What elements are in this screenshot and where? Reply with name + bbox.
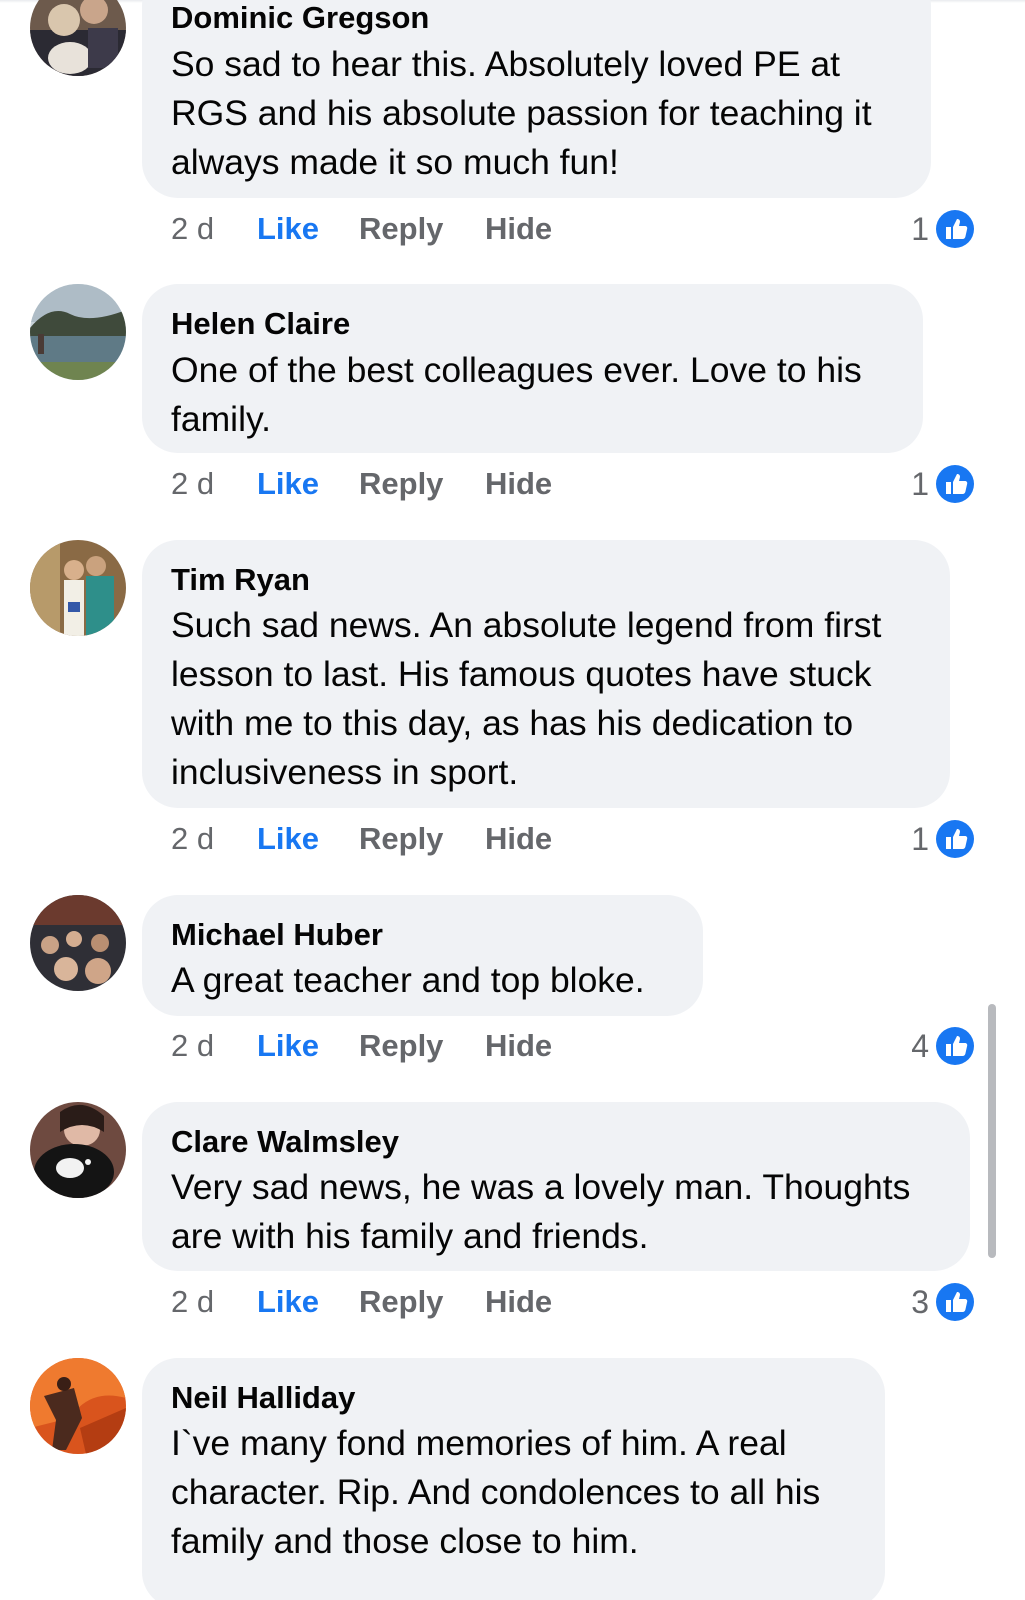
scrollbar-thumb[interactable]	[988, 1004, 996, 1258]
comment-text-line: family.	[171, 399, 271, 439]
comment-bubble: Tim Ryan Such sad news. An absolute lege…	[142, 540, 950, 808]
reaction-summary[interactable]: 1	[911, 209, 975, 249]
comment-text-line: family and those close to him.	[171, 1521, 639, 1561]
comment-text: Such sad news. An absolute legend from f…	[171, 601, 881, 797]
avatar-photo	[30, 284, 126, 380]
reply-button[interactable]: Reply	[359, 464, 443, 504]
reaction-summary[interactable]: 1	[911, 819, 975, 859]
reaction-summary[interactable]: 4	[911, 1026, 975, 1066]
reply-button[interactable]: Reply	[359, 819, 443, 859]
avatar-photo	[30, 1102, 126, 1198]
comment-text: I`ve many fond memories of him. A real c…	[171, 1419, 820, 1566]
avatar[interactable]	[30, 895, 126, 991]
author-name[interactable]: Dominic Gregson	[171, 0, 429, 36]
avatar[interactable]	[30, 1358, 126, 1454]
comment-text-line: Such sad news. An absolute legend from f…	[171, 605, 882, 645]
thumbs-up-icon	[936, 1027, 974, 1065]
comment-text-line: I`ve many fond memories of him. A real	[171, 1423, 787, 1463]
author-name[interactable]: Michael Huber	[171, 917, 383, 953]
comment-text-line: with me to this day, as has his dedicati…	[171, 703, 854, 743]
reply-button[interactable]: Reply	[359, 1282, 443, 1322]
thumbs-up-icon	[936, 465, 974, 503]
author-name[interactable]: Helen Claire	[171, 306, 350, 342]
comment-text-line: lesson to last. His famous quotes have s…	[171, 654, 872, 694]
hide-button[interactable]: Hide	[485, 464, 552, 504]
reaction-count: 1	[911, 466, 929, 502]
comment-text-line: character. Rip. And condolences to all h…	[171, 1472, 821, 1512]
comment-text: So sad to hear this. Absolutely loved PE…	[171, 40, 872, 187]
avatar-photo	[30, 1358, 126, 1454]
comment-text-line: RGS and his absolute passion for teachin…	[171, 93, 872, 133]
comment-text-line: are with his family and friends.	[171, 1216, 649, 1256]
comment-bubble: Clare Walmsley Very sad news, he was a l…	[142, 1102, 970, 1271]
comment-bubble: Neil Halliday I`ve many fond memories of…	[142, 1358, 885, 1600]
author-name[interactable]: Neil Halliday	[171, 1380, 355, 1416]
avatar-photo	[30, 540, 126, 636]
hide-button[interactable]: Hide	[485, 1282, 552, 1322]
author-name[interactable]: Clare Walmsley	[171, 1124, 399, 1160]
avatar[interactable]	[30, 540, 126, 636]
avatar[interactable]	[30, 1102, 126, 1198]
thumbs-up-icon	[936, 210, 974, 248]
like-button[interactable]: Like	[257, 464, 319, 504]
like-button[interactable]: Like	[257, 1282, 319, 1322]
reaction-count: 1	[911, 211, 929, 247]
like-button[interactable]: Like	[257, 209, 319, 249]
avatar[interactable]	[30, 0, 126, 76]
avatar[interactable]	[30, 284, 126, 380]
comment-feed: Dominic Gregson So sad to hear this. Abs…	[0, 0, 1025, 1600]
timestamp[interactable]: 2 d	[171, 819, 214, 859]
reply-button[interactable]: Reply	[359, 209, 443, 249]
comment-text: Very sad news, he was a lovely man. Thou…	[171, 1163, 910, 1261]
avatar-photo	[30, 895, 126, 991]
thumbs-up-icon	[936, 1283, 974, 1321]
timestamp[interactable]: 2 d	[171, 209, 214, 249]
timestamp[interactable]: 2 d	[171, 1026, 214, 1066]
reaction-summary[interactable]: 1	[911, 464, 975, 504]
comment-bubble: Michael Huber A great teacher and top bl…	[142, 895, 703, 1016]
comment-text: One of the best colleagues ever. Love to…	[171, 346, 862, 444]
comment-text-line: Very sad news, he was a lovely man. Thou…	[171, 1167, 911, 1207]
timestamp[interactable]: 2 d	[171, 1282, 214, 1322]
hide-button[interactable]: Hide	[485, 209, 552, 249]
comment-text-line: A great teacher and top bloke.	[171, 960, 645, 1000]
comment-bubble: Helen Claire One of the best colleagues …	[142, 284, 923, 453]
hide-button[interactable]: Hide	[485, 1026, 552, 1066]
reply-button[interactable]: Reply	[359, 1026, 443, 1066]
author-name[interactable]: Tim Ryan	[171, 562, 310, 598]
reaction-count: 3	[911, 1284, 929, 1320]
like-button[interactable]: Like	[257, 819, 319, 859]
reaction-count: 4	[911, 1028, 929, 1064]
avatar-photo	[30, 0, 126, 76]
hide-button[interactable]: Hide	[485, 819, 552, 859]
like-button[interactable]: Like	[257, 1026, 319, 1066]
comment-text-line: So sad to hear this. Absolutely loved PE…	[171, 44, 840, 84]
reaction-count: 1	[911, 821, 929, 857]
comment-text-line: always made it so much fun!	[171, 142, 619, 182]
comment-text: A great teacher and top bloke.	[171, 956, 645, 1005]
timestamp[interactable]: 2 d	[171, 464, 214, 504]
thumbs-up-icon	[936, 820, 974, 858]
reaction-summary[interactable]: 3	[911, 1282, 975, 1322]
comment-text-line: One of the best colleagues ever. Love to…	[171, 350, 862, 390]
comment-bubble: Dominic Gregson So sad to hear this. Abs…	[142, 0, 931, 198]
comment-text-line: inclusiveness in sport.	[171, 752, 519, 792]
